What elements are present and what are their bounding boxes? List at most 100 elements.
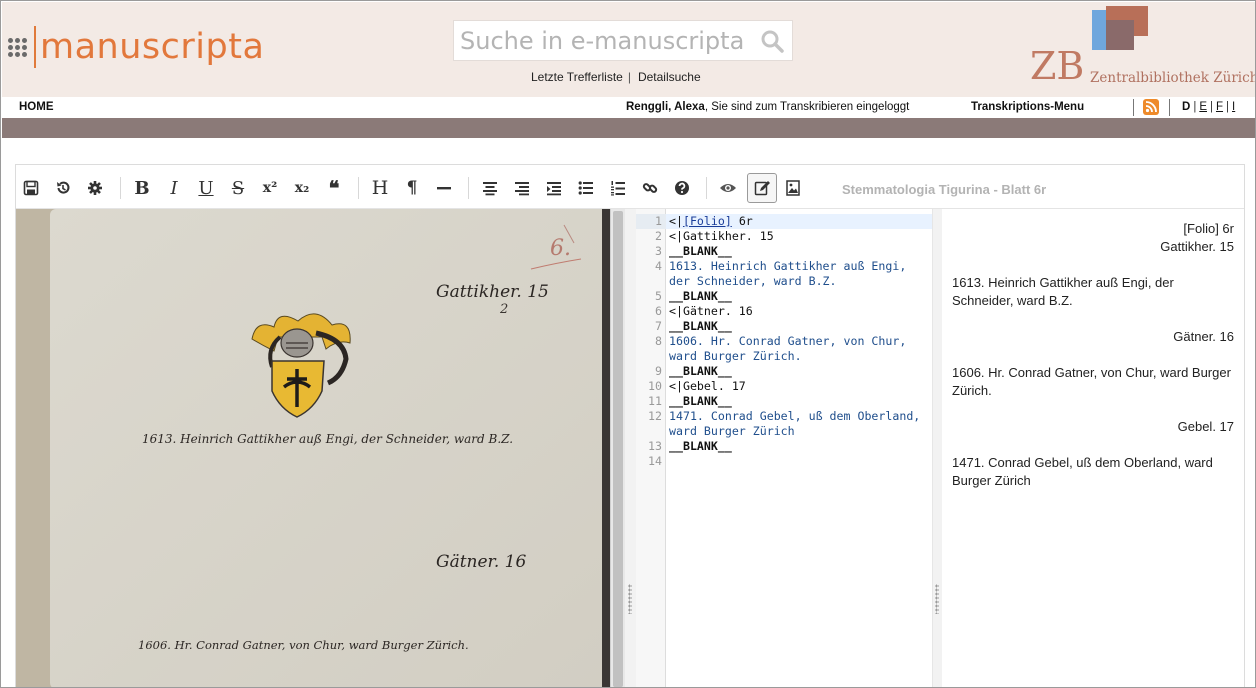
heading-icon[interactable]: H <box>365 173 395 203</box>
code-line[interactable]: 10 <|Gebel. 17 <box>636 379 932 394</box>
splitter-grip-icon[interactable] <box>628 584 632 614</box>
search-input[interactable] <box>454 21 744 60</box>
code-line-text: <|Gattikher. 15 <box>669 229 774 244</box>
toolbar-separator <box>358 177 359 199</box>
code-line[interactable]: 12 1471. Conrad Gebel, uß dem Oberland, <box>636 409 932 424</box>
code-line[interactable]: 13 __BLANK__ <box>636 439 932 454</box>
code-line[interactable]: ward Burger Zürich <box>636 424 932 439</box>
code-text-entry: 1606. Hr. Conrad Gatner, von Chur, <box>669 334 907 348</box>
search-icon[interactable] <box>760 29 784 53</box>
gear-icon[interactable] <box>80 173 110 203</box>
align-center-icon[interactable] <box>475 173 505 203</box>
transcription-preview: [Folio] 6r Gattikher. 15 1613. Heinrich … <box>942 209 1244 687</box>
nav-home-link[interactable]: HOME <box>19 101 54 113</box>
code-line[interactable]: 7 __BLANK__ <box>636 319 932 334</box>
nav-bar: HOME Renggli, Alexa, Sie sind zum Transk… <box>2 97 1255 118</box>
line-number: 6 <box>655 304 662 318</box>
code-line[interactable]: 2 <|Gattikher. 15 <box>636 229 932 244</box>
last-results-link[interactable]: Letzte Trefferliste <box>531 70 623 84</box>
code-line[interactable]: ward Burger Zürich. <box>636 349 932 364</box>
login-status-text: , Sie sind zum Transkribieren eingeloggt <box>704 101 910 113</box>
line-number: 4 <box>655 259 662 273</box>
save-icon[interactable] <box>16 173 46 203</box>
quote-icon[interactable]: ❝ <box>319 173 349 203</box>
blank-marker: __BLANK__ <box>669 244 732 258</box>
code-line-text: __BLANK__ <box>669 244 732 259</box>
superscript-glyph: x² <box>262 180 278 196</box>
code-text: 6r <box>731 214 753 228</box>
code-line[interactable]: 3 __BLANK__ <box>636 244 932 259</box>
code-line[interactable]: 1 <|[Folio] 6r <box>636 214 932 229</box>
lang-de[interactable]: D <box>1182 101 1190 113</box>
code-line[interactable]: 9 __BLANK__ <box>636 364 932 379</box>
document-title: Stemmatologia Tigurina - Blatt 6r <box>842 182 1047 197</box>
lang-it[interactable]: I <box>1232 101 1235 113</box>
rss-icon[interactable] <box>1143 99 1159 115</box>
scrollbar-thumb[interactable] <box>613 211 623 687</box>
pane-splitter[interactable] <box>625 209 636 687</box>
strike-glyph: S <box>231 177 245 199</box>
code-text-entry: ward Burger Zürich <box>669 424 795 438</box>
code-line[interactable]: 8 1606. Hr. Conrad Gatner, von Chur, <box>636 334 932 349</box>
eye-icon[interactable] <box>713 173 743 203</box>
horizontal-rule-icon[interactable] <box>429 173 459 203</box>
italic-icon[interactable]: I <box>159 173 189 203</box>
detail-search-link[interactable]: Detailsuche <box>638 70 701 84</box>
code-line[interactable]: 11 __BLANK__ <box>636 394 932 409</box>
link-icon[interactable] <box>635 173 665 203</box>
code-line-text: 1471. Conrad Gebel, uß dem Oberland, <box>669 409 920 424</box>
pane-splitter[interactable] <box>932 209 942 687</box>
strikethrough-icon[interactable]: S <box>223 173 253 203</box>
preview-folio: [Folio] 6r <box>1183 221 1234 236</box>
transcription-menu[interactable]: Transkriptions-Menu <box>971 101 1084 113</box>
search-box <box>453 20 793 61</box>
bold-glyph: B <box>134 177 150 199</box>
blank-marker: __BLANK__ <box>669 289 732 303</box>
subscript-icon[interactable]: x₂ <box>287 173 317 203</box>
bold-icon[interactable]: B <box>127 173 157 203</box>
paragraph-icon[interactable]: ¶ <box>397 173 427 203</box>
lang-en[interactable]: E <box>1199 101 1207 113</box>
code-line-text: __BLANK__ <box>669 364 732 379</box>
markdown-code-editor[interactable]: 1 <|[Folio] 6r 2 <|Gattikher. 15 3 __BLANK__ 4… <box>636 209 932 687</box>
script-gaetner: Gätner. 16 <box>436 552 526 572</box>
toolbar-separator <box>120 177 121 199</box>
image-scrollbar[interactable] <box>610 209 625 687</box>
logo-text: manuscripta <box>40 27 265 67</box>
code-text: <|Gebel. 17 <box>669 379 746 393</box>
quote-glyph: ❝ <box>328 176 340 200</box>
transcription-editor: B I U S x² x₂ ❝ H ¶ Stemmatologia Tiguri… <box>15 164 1245 687</box>
undo-icon[interactable] <box>48 173 78 203</box>
underline-icon[interactable]: U <box>191 173 221 203</box>
code-line[interactable]: 6 <|Gätner. 16 <box>636 304 932 319</box>
numbered-list-icon[interactable] <box>603 173 633 203</box>
code-line-text: __BLANK__ <box>669 289 732 304</box>
align-right-icon[interactable] <box>507 173 537 203</box>
zb-logo-name: Zentralbibliothek Zürich <box>1090 70 1256 86</box>
help-icon[interactable] <box>667 173 697 203</box>
bullet-list-icon[interactable] <box>571 173 601 203</box>
code-text-entry: der Schneider, ward B.Z. <box>669 274 837 288</box>
logo-dots-icon <box>8 34 28 60</box>
zentralbibliothek-logo[interactable]: ZB Zentralbibliothek Zürich <box>1028 6 1255 92</box>
splitter-grip-icon[interactable] <box>935 584 939 614</box>
superscript-icon[interactable]: x² <box>255 173 285 203</box>
code-text-entry: ward Burger Zürich. <box>669 349 802 363</box>
code-line[interactable]: 14 <box>636 454 932 469</box>
line-number: 7 <box>655 319 662 333</box>
code-line[interactable]: 4 1613. Heinrich Gattikher auß Engi, <box>636 259 932 274</box>
code-line-text: <|Gebel. 17 <box>669 379 746 394</box>
code-line[interactable]: 5 __BLANK__ <box>636 289 932 304</box>
code-line-text: <|Gätner. 16 <box>669 304 753 319</box>
edit-icon[interactable] <box>747 173 777 203</box>
code-line-text: 1613. Heinrich Gattikher auß Engi, <box>669 259 906 274</box>
code-line-text: ward Burger Zürich. <box>669 349 802 364</box>
e-manuscripta-logo[interactable]: manuscripta <box>8 26 264 68</box>
manuscript-page-image: 6. Gattikher. 15 2 1613. Heinrich Gattik… <box>16 209 610 687</box>
lang-fr[interactable]: F <box>1216 101 1223 113</box>
indent-icon[interactable] <box>539 173 569 203</box>
manuscript-image[interactable]: 6. Gattikher. 15 2 1613. Heinrich Gattik… <box>16 209 610 687</box>
code-line[interactable]: der Schneider, ward B.Z. <box>636 274 932 289</box>
folio-link[interactable]: [Folio] <box>683 214 732 228</box>
image-icon[interactable] <box>778 173 808 203</box>
